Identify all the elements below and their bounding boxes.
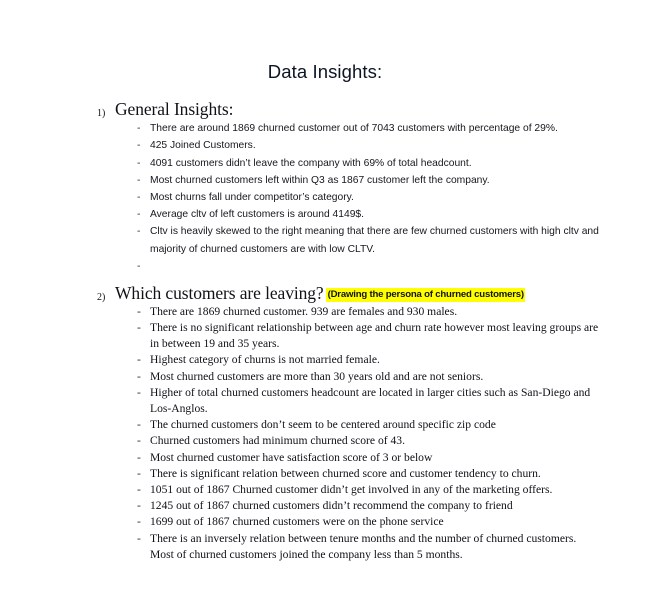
list-item-text [150,258,602,259]
list-item-text: Most churned customers are more than 30 … [150,369,484,383]
list-item: - 425 Joined Customers. [0,137,650,154]
list-item: - Churned customers had minimum churned … [0,433,650,449]
bullet-dash-icon: - [137,483,141,497]
list-item: - There is significant relation between … [0,466,650,482]
list-item: - Most churned customer have satisfactio… [0,450,650,466]
list-item: - Higher of total churned customers head… [0,385,650,417]
bullet-dash-icon: - [137,304,141,318]
list-item: - Highest category of churns is not marr… [0,352,650,368]
list-item-text: Highest category of churns is not marrie… [150,353,380,367]
document-page: Data Insights: 1) General Insights: - Th… [0,0,650,590]
list-item-text: The churned customers don’t seem to be c… [150,418,496,432]
section-which-customers-are-leaving: 2) Which customers are leaving? (Drawing … [0,282,650,563]
section-heading-text: General Insights: [115,99,234,120]
list-item-text: Cltv is heavily skewed to the right mean… [150,226,599,255]
bullet-dash-icon: - [137,385,141,399]
bullet-dash-icon: - [137,226,141,238]
list-item: - There are 1869 churned customer. 939 a… [0,304,650,320]
list-item-text: 425 Joined Customers. [150,140,256,152]
list-item: - There is an inversely relation between… [0,531,650,563]
list-item-text: There are 1869 churned customer. 939 are… [150,304,458,318]
list-item-text: Higher of total churned customers headco… [150,385,591,415]
list-item-text: There is no significant relationship bet… [150,320,599,351]
list-item: - Most churns fall under competitor’s ca… [0,189,650,206]
section-heading-text: Which customers are leaving? [115,282,324,303]
list-item-text: 1699 out of 1867 churned customers were … [150,515,444,529]
list-item: - 4091 customers didn’t leave the compan… [0,155,650,172]
bullet-dash-icon: - [137,499,141,513]
list-item-text: 4091 customers didn’t leave the company … [150,157,472,169]
insight-list-general: - There are around 1869 churned customer… [0,120,650,275]
bullet-dash-icon: - [137,418,141,432]
bullet-dash-icon: - [137,209,141,221]
list-item-empty: - [0,258,650,275]
list-item-text: Churned customers had minimum churned sc… [150,434,406,448]
bullet-dash-icon: - [137,192,141,204]
section-general-insights: 1) General Insights: - There are around … [0,100,650,275]
list-item-text: Most churned customer have satisfaction … [150,450,433,464]
list-item: - Average cltv of left customers is arou… [0,206,650,223]
list-item-text: There are around 1869 churned customer o… [150,123,558,135]
section-heading: 1) General Insights: [0,100,650,120]
bullet-dash-icon: - [137,369,141,383]
list-item-text: Most churned customers left within Q3 as… [150,174,490,186]
bullet-dash-icon: - [137,531,141,545]
list-item: - Cltv is heavily skewed to the right me… [0,223,650,257]
section-heading-highlighted-note: (Drawing the persona of churned customer… [325,287,525,302]
bullet-dash-icon: - [137,353,141,367]
list-item: - 1699 out of 1867 churned customers wer… [0,514,650,530]
bullet-dash-icon: - [137,450,141,464]
list-item-text: 1245 out of 1867 churned customers didn’… [150,499,513,513]
bullet-dash-icon: - [137,174,141,186]
section-number: 2) [97,291,106,303]
list-item: - 1051 out of 1867 Churned customer didn… [0,482,650,498]
list-item: - The churned customers don’t seem to be… [0,417,650,433]
list-item: - Most churned customers left within Q3 … [0,172,650,189]
bullet-dash-icon: - [137,515,141,529]
page-title: Data Insights: [267,61,383,82]
list-item-text: Average cltv of left customers is around… [150,209,364,221]
list-item: - Most churned customers are more than 3… [0,369,650,385]
section-number: 1) [97,108,106,120]
list-item: - 1245 out of 1867 churned customers did… [0,498,650,514]
bullet-dash-icon: - [137,434,141,448]
insight-list-persona: - There are 1869 churned customer. 939 a… [0,304,650,563]
bullet-dash-icon: - [137,320,141,334]
section-heading: 2) Which customers are leaving? (Drawing … [0,282,650,304]
bullet-dash-icon: - [137,466,141,480]
bullet-dash-icon: - [137,260,141,272]
list-item-text: 1051 out of 1867 Churned customer didn’t… [150,483,553,497]
bullet-dash-icon: - [137,157,141,169]
bullet-dash-icon: - [137,123,141,135]
list-item: - There is no significant relationship b… [0,320,650,352]
list-item-text: There is significant relation between ch… [150,466,541,480]
list-item: - There are around 1869 churned customer… [0,120,650,137]
list-item-text: Most churns fall under competitor’s cate… [150,192,354,204]
list-item-text: There is an inversely relation between t… [150,531,577,561]
bullet-dash-icon: - [137,140,141,152]
